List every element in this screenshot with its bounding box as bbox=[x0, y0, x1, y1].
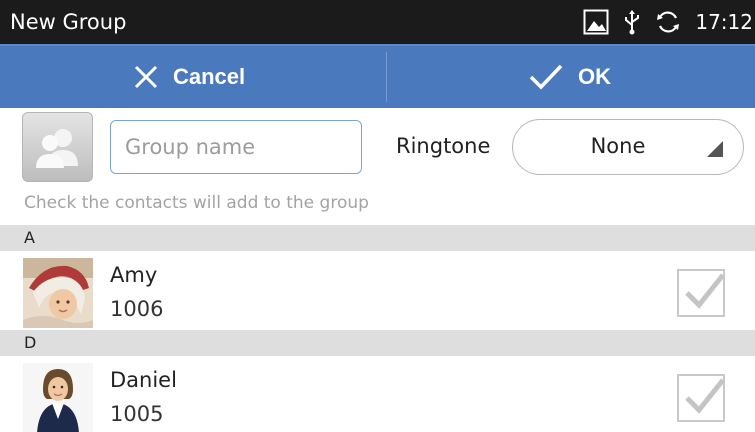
check-icon bbox=[685, 273, 725, 309]
section-header-a: A bbox=[0, 225, 755, 251]
contact-row-amy[interactable]: Amy 1006 bbox=[0, 251, 755, 329]
image-icon bbox=[583, 9, 609, 35]
ok-label: OK bbox=[578, 64, 611, 89]
group-avatar-icon bbox=[35, 129, 78, 168]
cancel-label: Cancel bbox=[173, 64, 246, 89]
checkmark-icon bbox=[529, 64, 563, 90]
ringtone-value: None bbox=[590, 134, 646, 158]
contact-name: Amy bbox=[110, 263, 158, 287]
ringtone-dropdown[interactable]: None bbox=[512, 119, 744, 175]
group-avatar-button[interactable] bbox=[22, 112, 93, 182]
section-header-d: D bbox=[0, 330, 755, 356]
cancel-button[interactable]: Cancel bbox=[133, 46, 245, 108]
usb-icon bbox=[623, 9, 641, 35]
ok-button[interactable]: OK bbox=[528, 46, 611, 108]
status-bar: New Group 17:12 bbox=[0, 0, 755, 44]
dropdown-triangle-icon bbox=[707, 141, 723, 157]
contact-checkbox-amy[interactable] bbox=[677, 269, 725, 317]
status-icons: 17:12 bbox=[583, 0, 755, 44]
contact-checkbox-daniel[interactable] bbox=[677, 374, 725, 422]
action-bar: Cancel OK bbox=[0, 44, 755, 108]
ringtone-label: Ringtone bbox=[396, 134, 491, 158]
check-icon bbox=[685, 378, 725, 414]
contact-photo-amy bbox=[23, 258, 93, 328]
contact-name: Daniel bbox=[110, 368, 177, 392]
action-divider bbox=[386, 52, 387, 102]
contact-number: 1005 bbox=[110, 402, 164, 426]
contact-photo-daniel bbox=[23, 363, 93, 432]
group-name-input[interactable] bbox=[110, 120, 362, 174]
clock: 17:12 bbox=[695, 10, 753, 34]
contact-number: 1006 bbox=[110, 297, 164, 321]
window-title: New Group bbox=[10, 10, 127, 34]
group-settings-row: Ringtone None bbox=[0, 108, 755, 188]
contact-row-daniel[interactable]: Daniel 1005 bbox=[0, 356, 755, 432]
sync-icon bbox=[655, 9, 681, 35]
close-icon bbox=[134, 65, 158, 89]
hint-text: Check the contacts will add to the group bbox=[24, 193, 369, 213]
